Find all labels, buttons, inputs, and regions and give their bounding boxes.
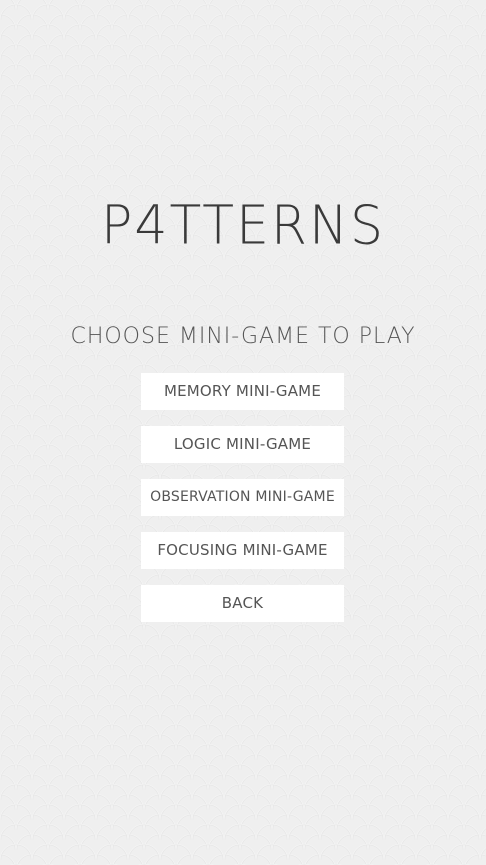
observation-mini-game-button[interactable]: OBSERVATION MINI-GAME — [141, 479, 344, 516]
logic-mini-game-button[interactable]: LOGIC MINI-GAME — [141, 426, 344, 463]
memory-mini-game-button[interactable]: MEMORY MINI-GAME — [141, 373, 344, 410]
back-button[interactable]: BACK — [141, 585, 344, 622]
mini-game-menu: MEMORY MINI-GAME LOGIC MINI-GAME OBSERVA… — [141, 373, 344, 638]
focusing-mini-game-button[interactable]: FOCUSING MINI-GAME — [141, 532, 344, 569]
menu-prompt: CHOOSE MINI-GAME TO PLAY — [70, 324, 416, 349]
game-title: P4TTERNS — [101, 195, 385, 257]
